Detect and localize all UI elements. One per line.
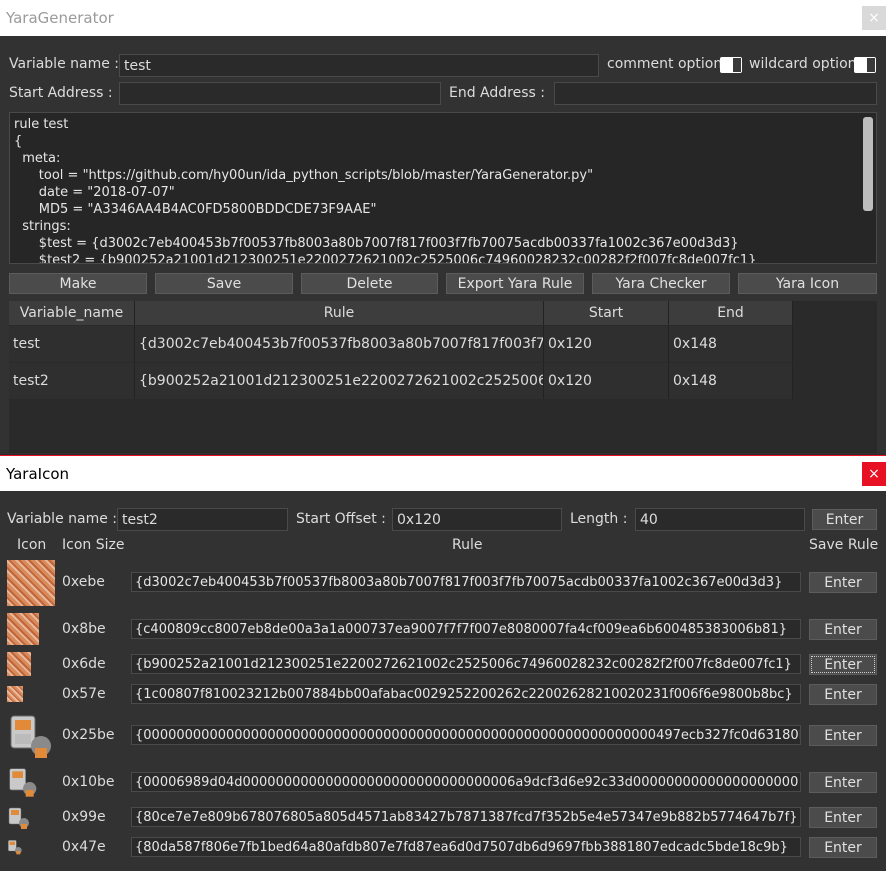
toggle-knob bbox=[733, 58, 741, 72]
start-offset-input[interactable]: 0x120 bbox=[392, 508, 562, 531]
toggle-knob bbox=[867, 58, 875, 72]
rule-editor[interactable]: rule test { meta: tool = "https://github… bbox=[9, 112, 877, 264]
rule-field[interactable]: {c400809cc8007eb8de00a3a1a000737ea9007f7… bbox=[131, 619, 801, 639]
editor-scrollbar[interactable] bbox=[863, 117, 873, 211]
save-rule-enter-button[interactable]: Enter bbox=[809, 654, 877, 675]
yara-generator-titlebar: YaraGenerator × bbox=[0, 0, 886, 36]
cell-end: 0x148 bbox=[669, 363, 793, 399]
orange-noise-icon bbox=[7, 652, 31, 676]
save-rule-enter-button[interactable]: Enter bbox=[809, 837, 877, 858]
length-input[interactable]: 40 bbox=[635, 508, 805, 531]
icon-variable-name-input[interactable]: test2 bbox=[117, 508, 288, 531]
cell-name: test bbox=[9, 326, 135, 362]
rule-field[interactable]: {80ce7e7e809b678076805a805d4571ab83427b7… bbox=[131, 807, 801, 827]
start-address-input[interactable] bbox=[119, 82, 441, 105]
col-icon-header: Icon bbox=[17, 537, 47, 553]
installer-icon bbox=[9, 768, 37, 797]
orange-noise-icon bbox=[7, 560, 55, 606]
length-label: Length : bbox=[570, 511, 628, 527]
end-address-label: End Address : bbox=[449, 85, 545, 101]
delete-button[interactable]: Delete bbox=[301, 273, 438, 294]
make-button[interactable]: Make bbox=[9, 273, 147, 294]
icon-variable-name-label: Variable name : bbox=[7, 511, 118, 527]
cell-start: 0x120 bbox=[544, 326, 669, 362]
variable-name-input[interactable]: test bbox=[119, 54, 599, 77]
installer-icon bbox=[10, 715, 51, 758]
wildcard-option-label: wildcard option bbox=[749, 56, 857, 72]
col-rule-header: Rule bbox=[452, 537, 483, 553]
start-offset-label: Start Offset : bbox=[296, 511, 386, 527]
save-rule-enter-button[interactable]: Enter bbox=[809, 772, 877, 793]
table-header: Variable_name Rule Start End bbox=[9, 301, 793, 325]
icon-size: 0x10be bbox=[62, 774, 115, 790]
close-icon[interactable]: × bbox=[862, 6, 886, 30]
rule-text[interactable]: rule test { meta: tool = "https://github… bbox=[10, 113, 876, 263]
length-enter-button[interactable]: Enter bbox=[812, 509, 877, 530]
save-button[interactable]: Save bbox=[155, 273, 293, 294]
cell-start: 0x120 bbox=[544, 363, 669, 399]
variable-name-label: Variable name : bbox=[9, 56, 120, 72]
icon-size: 0x8be bbox=[62, 621, 106, 637]
col-variable-name[interactable]: Variable_name bbox=[9, 301, 135, 325]
cell-rule: {d3002c7eb400453b7f00537fb8003a80b7007f8… bbox=[135, 326, 544, 362]
comment-option-toggle[interactable] bbox=[720, 57, 742, 73]
cell-end: 0x148 bbox=[669, 326, 793, 362]
yara-icon-titlebar: YaraIcon × bbox=[0, 455, 886, 491]
col-icon-size-header: Icon Size bbox=[62, 537, 125, 553]
start-address-label: Start Address : bbox=[9, 85, 113, 101]
icon-size: 0x47e bbox=[62, 839, 106, 855]
table-row[interactable]: test {d3002c7eb400453b7f00537fb8003a80b7… bbox=[9, 326, 793, 362]
save-rule-enter-button[interactable]: Enter bbox=[809, 619, 877, 640]
orange-noise-icon bbox=[7, 686, 23, 702]
rule-field[interactable]: {000000000000000000000000000000000000000… bbox=[131, 725, 801, 745]
rule-field[interactable]: {b900252a21001d212300251e2200272621002c2… bbox=[131, 654, 801, 674]
col-save-rule-header: Save Rule bbox=[809, 537, 879, 553]
cell-rule: {b900252a21001d212300251e2200272621002c2… bbox=[135, 363, 544, 399]
save-rule-enter-button[interactable]: Enter bbox=[809, 725, 877, 746]
save-rule-enter-button[interactable]: Enter bbox=[809, 572, 877, 593]
rule-field[interactable]: {1c00807f810023212b007884bb00afabac00292… bbox=[131, 684, 801, 704]
icon-size: 0x99e bbox=[62, 809, 106, 825]
save-rule-enter-button[interactable]: Enter bbox=[809, 684, 877, 705]
yara-icon-button[interactable]: Yara Icon bbox=[738, 273, 877, 294]
wildcard-option-toggle[interactable] bbox=[854, 57, 876, 73]
icon-size: 0x25be bbox=[62, 727, 115, 743]
cell-name: test2 bbox=[9, 363, 135, 399]
rule-field[interactable]: {d3002c7eb400453b7f00537fb8003a80b7007f8… bbox=[131, 572, 801, 592]
window-title: YaraIcon bbox=[6, 464, 70, 483]
table-row[interactable]: test2 {b900252a21001d212300251e220027262… bbox=[9, 363, 793, 399]
installer-icon bbox=[8, 840, 22, 855]
icon-size: 0xebe bbox=[62, 574, 105, 590]
col-rule[interactable]: Rule bbox=[135, 301, 544, 325]
variables-table: Variable_name Rule Start End test {d3002… bbox=[9, 301, 877, 453]
save-rule-enter-button[interactable]: Enter bbox=[809, 807, 877, 828]
rule-field[interactable]: {00006989d04d000000000000000000000000000… bbox=[131, 772, 801, 792]
rule-field[interactable]: {80da587f806e7fb1bed64a80afdb807e7fd87ea… bbox=[131, 837, 801, 857]
yara-checker-button[interactable]: Yara Checker bbox=[592, 273, 730, 294]
col-end[interactable]: End bbox=[669, 301, 793, 325]
installer-icon bbox=[8, 807, 29, 829]
end-address-input[interactable] bbox=[554, 82, 877, 105]
comment-option-label: comment option bbox=[607, 56, 723, 72]
icon-size: 0x57e bbox=[62, 686, 106, 702]
icon-size: 0x6de bbox=[62, 656, 106, 672]
col-start[interactable]: Start bbox=[544, 301, 669, 325]
window-title: YaraGenerator bbox=[6, 9, 114, 27]
export-yara-rule-button[interactable]: Export Yara Rule bbox=[446, 273, 584, 294]
close-icon[interactable]: × bbox=[862, 462, 886, 486]
orange-noise-icon bbox=[7, 613, 39, 645]
